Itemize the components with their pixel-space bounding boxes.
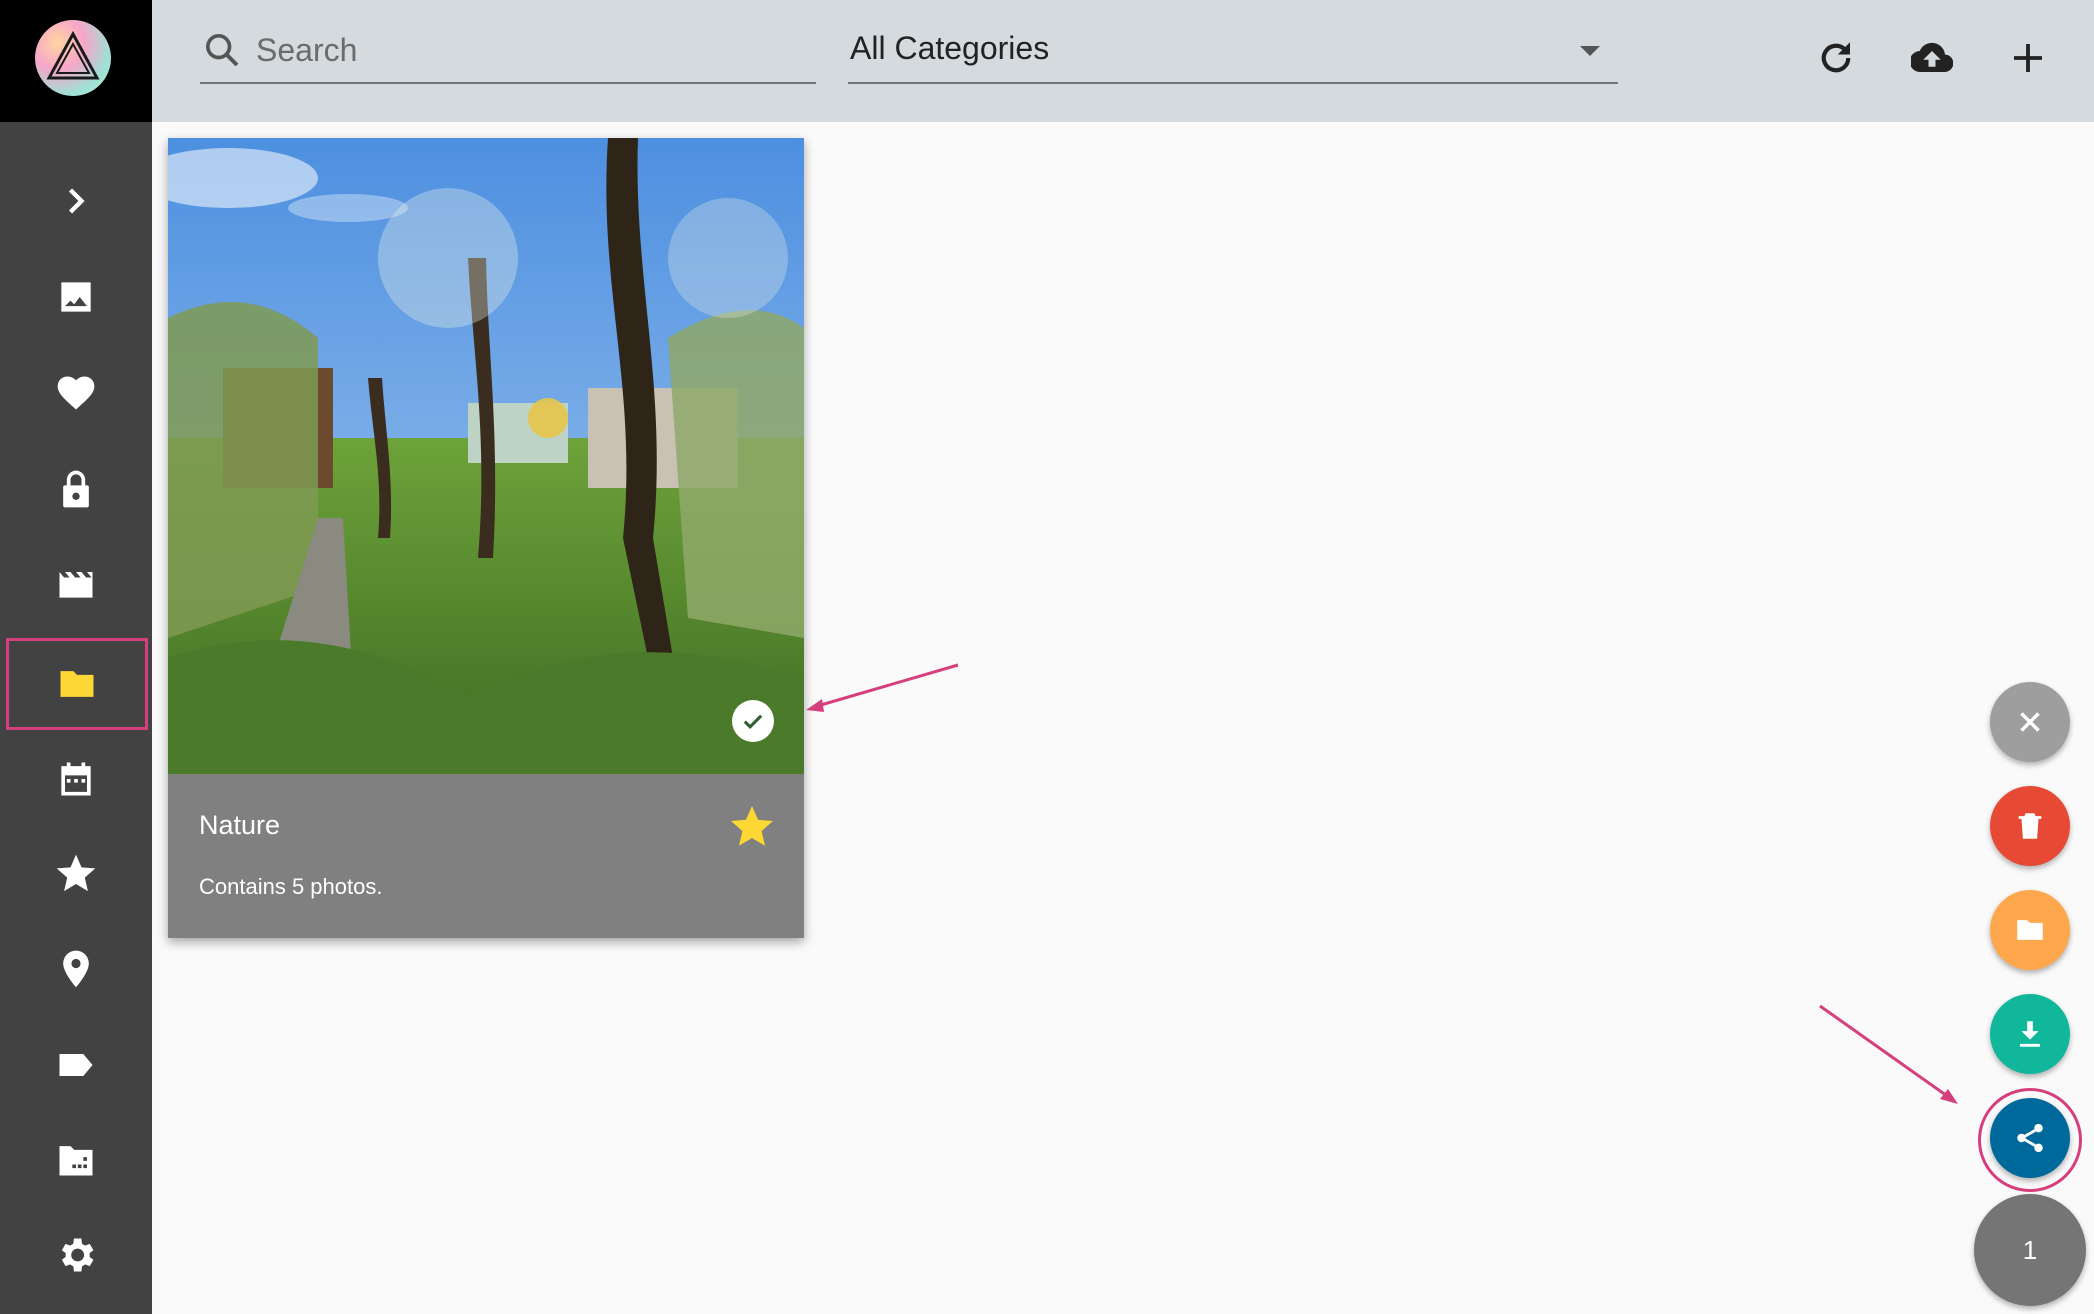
star-icon [56,854,96,892]
category-select[interactable]: All Categories [848,24,1618,84]
settings-gear-icon [61,1238,94,1272]
share-button[interactable] [1990,1098,2070,1178]
film-folder-icon [59,1146,93,1176]
cloud-upload-icon [1911,42,1953,73]
add-to-album-button[interactable] [1990,890,2070,970]
share-icon [2017,1123,2043,1153]
selection-count-button[interactable]: 1 [1974,1194,2086,1306]
sidebar-item-labels[interactable] [0,1020,152,1110]
close-icon [2020,712,2040,732]
sidebar-item-videos[interactable] [0,538,152,628]
download-button[interactable] [1990,994,2070,1074]
selected-check-button[interactable] [732,700,774,742]
folder-icon [2017,920,2043,940]
folder-icon [60,671,94,697]
video-icon [59,572,93,598]
favorite-star-icon[interactable] [728,802,776,850]
sidebar-item-calendar[interactable] [0,734,152,824]
search-input[interactable] [256,30,796,70]
sidebar-item-favorites[interactable] [0,348,152,438]
upload-button[interactable] [1902,28,1962,88]
clear-selection-button[interactable] [1990,682,2070,762]
location-pin-icon [63,950,89,988]
sidebar-item-moments[interactable] [0,828,152,918]
sidebar-item-settings[interactable] [0,1210,152,1300]
lock-icon [63,470,89,508]
add-button[interactable] [1998,28,2058,88]
logo-icon [35,20,111,96]
album-thumbnail[interactable] [168,138,804,774]
sidebar-item-places[interactable] [0,924,152,1014]
image-icon [61,282,91,312]
album-title: Nature [199,810,281,840]
calendar-icon [61,762,91,796]
search-icon [206,34,239,67]
search-box[interactable] [200,24,816,84]
delete-button[interactable] [1990,786,2070,866]
refresh-button[interactable] [1806,28,1866,88]
label-icon [59,1054,93,1076]
album-description: Contains 5 photos. [199,874,383,899]
category-select-value: All Categories [850,30,1050,66]
delete-icon [2018,813,2042,839]
heart-icon [57,376,95,410]
sidebar-item-private[interactable] [0,444,152,534]
app-logo[interactable] [0,0,152,122]
download-icon [2020,1021,2040,1047]
top-toolbar: All Categories [152,0,2094,122]
plus-icon [2014,44,2042,72]
sidebar-item-photos[interactable] [0,252,152,342]
album-card[interactable]: Nature Contains 5 photos. [168,138,804,938]
sidebar-item-albums[interactable] [6,638,148,730]
refresh-icon [1821,42,1851,73]
sidebar-expand-button[interactable] [0,156,152,246]
sidebar [0,0,152,1314]
checkmark-icon [743,714,763,729]
chevron-right-icon [68,188,85,214]
sidebar-item-library[interactable] [0,1114,152,1204]
dropdown-arrow-icon [1580,46,1600,56]
